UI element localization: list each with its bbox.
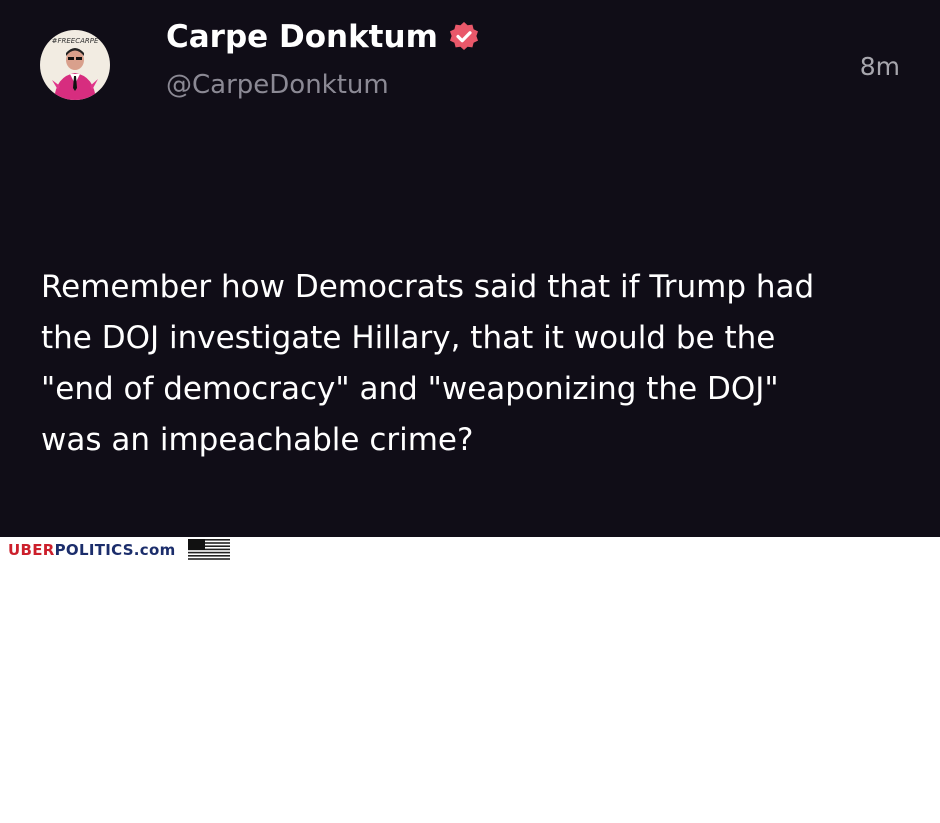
avatar-illustration-icon: #FREECARPE [52, 37, 99, 100]
post-body: Remember how Democrats said that if Trum… [41, 160, 911, 823]
us-flag-icon [188, 539, 230, 560]
watermark-part-1: UBER [8, 541, 55, 559]
author-name-row[interactable]: Carpe Donktum [166, 19, 480, 55]
site-watermark: UBERPOLITICS.com [8, 541, 176, 559]
author-handle[interactable]: @CarpeDonktum [166, 70, 389, 100]
verified-badge-icon [449, 22, 478, 50]
author-name[interactable]: Carpe Donktum [166, 19, 438, 55]
watermark-part-2: POLITICS.com [54, 541, 176, 559]
post-paragraph: Yeah, well, Biden is now doing that to T… [41, 626, 781, 713]
post-paragraph: Remember how Democrats said that if Trum… [41, 269, 815, 458]
watermark-bar: UBERPOLITICS.com [0, 537, 940, 562]
avatar-image: #FREECARPE [40, 30, 110, 100]
post-timestamp[interactable]: 8m [860, 52, 900, 81]
avatar[interactable]: #FREECARPE [40, 25, 110, 111]
avatar-caption: #FREECARPE [52, 37, 99, 45]
post-card: #FREECARPE Carpe Donktum @CarpeDonktum 8… [0, 0, 940, 713]
